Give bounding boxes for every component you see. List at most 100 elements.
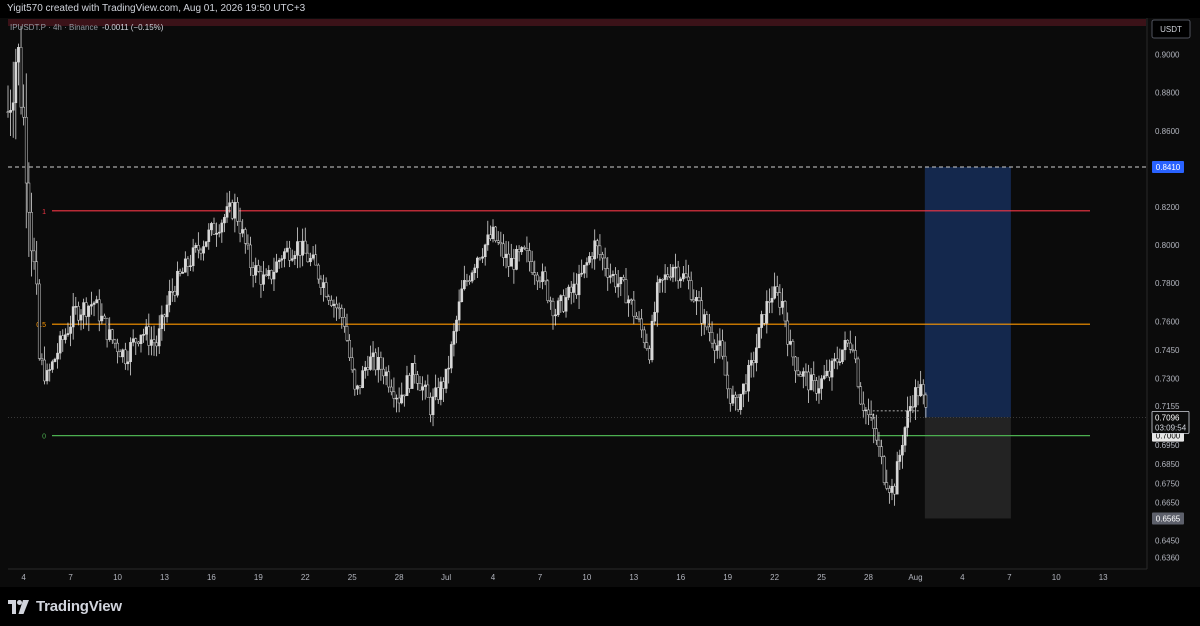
- candle-body-297: [781, 300, 784, 308]
- candle-body-259: [682, 273, 685, 280]
- candle-body-161: [426, 384, 430, 398]
- price-chart[interactable]: 1 0.5 0 0.9000 0.8800 0.8600 0.8200 0.8000 0.78…: [0, 18, 1200, 587]
- candle-body-263: [692, 299, 696, 302]
- candle-body-312: [820, 378, 823, 389]
- candle-body-285: [749, 360, 753, 366]
- candle-body-1: [9, 110, 12, 113]
- candle-body-293: [770, 297, 774, 303]
- price-tick-12: 0.6750: [1155, 479, 1180, 488]
- candle-body-227: [598, 245, 602, 255]
- candle-body-62: [168, 291, 172, 306]
- candle-body-247: [650, 320, 654, 361]
- candle-body-89: [238, 220, 242, 234]
- candle-body-45: [123, 349, 127, 365]
- candle-body-112: [298, 241, 302, 256]
- candle-body-304: [799, 374, 803, 377]
- candle-body-324: [851, 349, 855, 351]
- candle-body-3: [14, 61, 18, 104]
- candle-body-141: [374, 352, 378, 371]
- candle-body-40: [110, 329, 114, 341]
- candle-body-337: [885, 482, 889, 489]
- candle-body-85: [228, 202, 231, 207]
- candle-body-46: [126, 361, 130, 365]
- target-zone[interactable]: [924, 166, 1011, 418]
- candle-body-330: [867, 409, 870, 415]
- top-red-strip: [8, 19, 1146, 26]
- time-tick-14: 16: [676, 573, 685, 582]
- candle-body-172: [455, 319, 458, 332]
- candle-body-108: [288, 247, 291, 261]
- time-tick-8: 28: [395, 573, 404, 582]
- candle-body-262: [689, 280, 693, 300]
- candle-body-251: [661, 279, 664, 281]
- time-tick-22: 10: [1052, 573, 1061, 582]
- candle-body-156: [413, 363, 417, 375]
- candle-body-93: [249, 244, 252, 268]
- candle-body-269: [708, 326, 711, 333]
- time-tick-10: 4: [491, 573, 496, 582]
- candle-body-260: [684, 273, 688, 278]
- chart-caption: Yigit570 created with TradingView.com, A…: [7, 3, 306, 14]
- candle-body-18: [53, 358, 57, 362]
- candle-body-220: [580, 272, 584, 275]
- last-price-countdown: 03:09:54: [1155, 423, 1187, 432]
- candle-body-84: [225, 206, 229, 218]
- candle-body-114: [303, 240, 307, 254]
- candle-body-321: [843, 340, 847, 351]
- candle-body-174: [460, 288, 464, 303]
- candle-body-144: [382, 368, 385, 377]
- candle-body-60: [163, 314, 166, 318]
- candle-body-164: [434, 387, 437, 398]
- candle-body-257: [676, 266, 680, 282]
- candle-body-151: [400, 394, 404, 404]
- candle-body-98: [262, 274, 265, 285]
- candle-body-224: [590, 256, 594, 260]
- candle-body-31: [87, 305, 91, 317]
- candle-body-139: [369, 356, 372, 370]
- candle-body-4: [17, 47, 20, 63]
- candle-body-136: [361, 370, 364, 389]
- candle-body-254: [668, 276, 672, 279]
- candle-body-329: [864, 409, 868, 412]
- candle-body-81: [217, 231, 221, 234]
- candle-body-52: [142, 334, 145, 336]
- candle-body-26: [74, 306, 78, 308]
- candle-body-352: [924, 394, 928, 408]
- candle-body-132: [350, 357, 354, 371]
- candle-body-78: [210, 223, 213, 231]
- candle-body-21: [61, 335, 65, 340]
- stop-zone[interactable]: [924, 417, 1011, 519]
- candle-body-15: [45, 370, 49, 382]
- candle-body-41: [113, 339, 117, 344]
- candle-body-231: [609, 275, 612, 278]
- footer: TradingView: [0, 587, 1200, 626]
- candle-body-275: [723, 355, 727, 376]
- time-tick-15: 19: [723, 573, 732, 582]
- candle-body-350: [919, 384, 923, 397]
- candle-body-32: [90, 304, 93, 307]
- candle-body-20: [58, 335, 62, 354]
- candle-body-246: [648, 348, 651, 361]
- time-tick-3: 13: [160, 573, 169, 582]
- candle-body-228: [601, 254, 604, 259]
- candle-body-217: [572, 283, 576, 293]
- tradingview-logo[interactable]: TradingView: [8, 598, 122, 615]
- price-tick-7: 0.7450: [1155, 346, 1180, 355]
- candle-body-295: [775, 286, 779, 293]
- candle-body-320: [841, 349, 844, 362]
- candle-body-83: [223, 217, 226, 224]
- candle-body-10: [32, 250, 36, 263]
- candle-body-319: [838, 361, 842, 363]
- candle-body-334: [877, 439, 881, 447]
- candle-body-25: [71, 306, 75, 328]
- candle-body-145: [384, 371, 388, 377]
- candle-body-201: [530, 261, 534, 273]
- candle-body-13: [40, 358, 44, 361]
- candle-body-61: [165, 304, 169, 318]
- candle-body-335: [880, 446, 883, 458]
- candle-body-47: [129, 342, 132, 363]
- price-tick-2: 0.8600: [1155, 127, 1180, 136]
- candle-body-286: [752, 360, 756, 364]
- candle-body-137: [363, 367, 367, 371]
- candle-body-215: [567, 286, 570, 298]
